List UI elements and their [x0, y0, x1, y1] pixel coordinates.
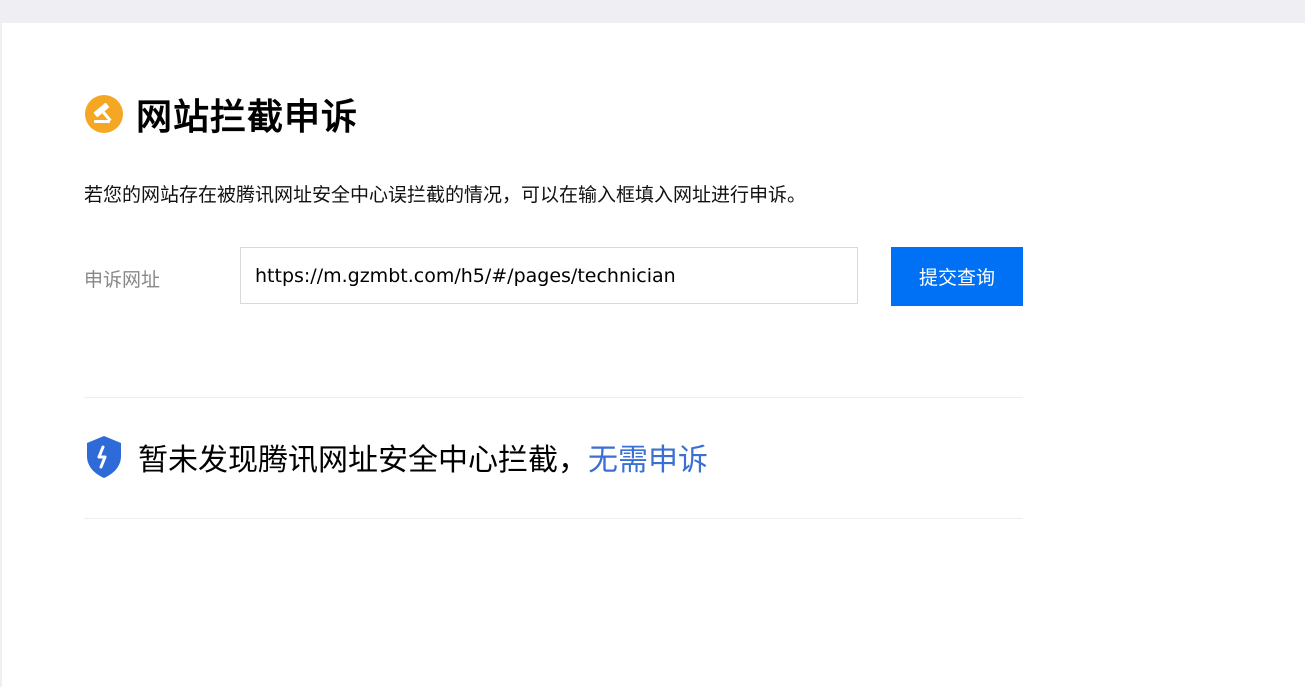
- gavel-icon: [84, 94, 124, 134]
- page-description: 若您的网站存在被腾讯网址安全中心误拦截的情况，可以在输入框填入网址进行申诉。: [84, 184, 807, 206]
- result-message-row: 暂未发现腾讯网址安全中心拦截， 无需申诉: [84, 432, 708, 482]
- url-input[interactable]: [240, 247, 858, 304]
- submit-query-button[interactable]: 提交查询: [891, 247, 1023, 306]
- result-message: 暂未发现腾讯网址安全中心拦截，: [138, 443, 588, 478]
- top-bar: [0, 0, 1305, 23]
- page-title: 网站拦截申诉: [136, 97, 359, 138]
- no-appeal-needed-link[interactable]: 无需申诉: [588, 435, 708, 479]
- shield-icon: [84, 434, 124, 480]
- url-field-label: 申诉网址: [84, 269, 161, 291]
- page-header: 网站拦截申诉: [84, 92, 358, 138]
- divider-bottom: [84, 518, 1023, 519]
- divider-top: [84, 397, 1023, 398]
